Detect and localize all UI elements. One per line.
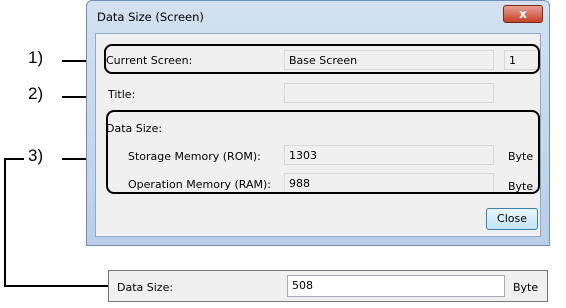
callout-1-outline	[104, 44, 540, 74]
title-bar[interactable]: Data Size (Screen) x	[87, 1, 549, 33]
callout-1: 1)	[28, 48, 44, 67]
alt-data-size-field: 508	[287, 275, 505, 297]
title-field	[284, 83, 494, 103]
alt-data-size-panel: Data Size: 508 Byte	[108, 270, 548, 302]
close-button-label: Close	[497, 212, 527, 225]
callout-3-bracket-bottom	[4, 285, 108, 287]
alt-data-size-value: 508	[292, 279, 313, 292]
callout-3: 3)	[28, 146, 44, 165]
close-button[interactable]: Close	[486, 208, 538, 230]
callout-3-bracket-vertical	[4, 158, 6, 286]
title-label: Title:	[108, 88, 136, 101]
window-close-button[interactable]: x	[503, 5, 543, 23]
callout-3-bracket-top	[4, 158, 24, 160]
callout-3-outline	[106, 110, 540, 194]
close-icon: x	[519, 7, 527, 21]
alt-data-size-unit: Byte	[513, 281, 539, 294]
dialog-title: Data Size (Screen)	[97, 10, 204, 24]
alt-data-size-label: Data Size:	[117, 281, 174, 294]
callout-2: 2)	[28, 84, 44, 103]
